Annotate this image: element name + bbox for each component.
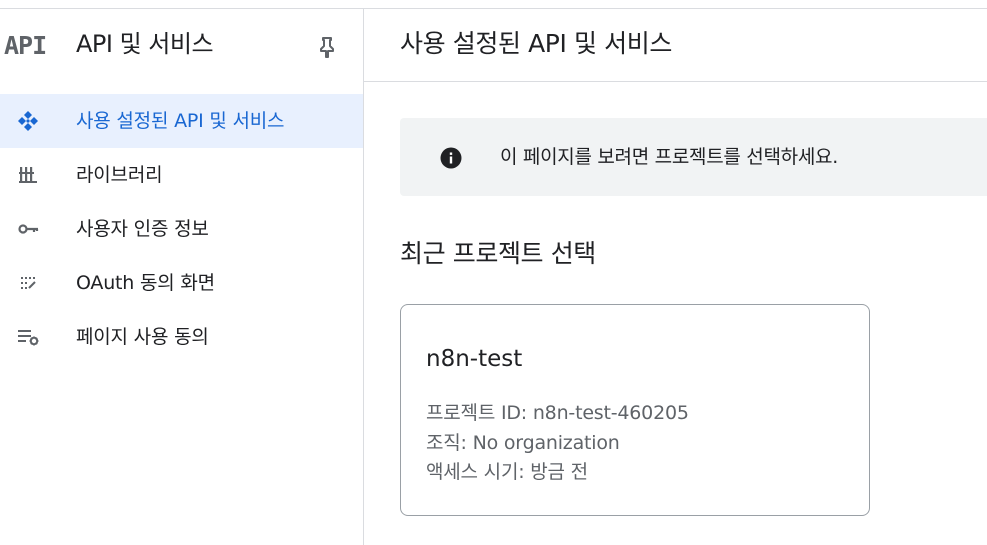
info-banner: 이 페이지를 보려면 프로젝트를 선택하세요. [400, 118, 987, 196]
project-id: 프로젝트 ID: n8n-test-460205 [426, 402, 689, 424]
sidebar-item-label: 사용자 인증 정보 [76, 218, 209, 240]
sidebar-item-oauth-consent[interactable]: OAuth 동의 화면 [0, 256, 363, 310]
project-organization: 조직: No organization [426, 432, 620, 454]
project-card[interactable]: n8n-test 프로젝트 ID: n8n-test-460205 조직: No… [400, 304, 870, 516]
library-icon [16, 163, 40, 187]
sidebar-item-credentials[interactable]: 사용자 인증 정보 [0, 202, 363, 256]
sidebar-item-label: 사용 설정된 API 및 서비스 [76, 110, 285, 132]
main-content: 사용 설정된 API 및 서비스 이 페이지를 보려면 프로젝트를 선택하세요.… [364, 9, 987, 545]
key-icon [16, 217, 40, 241]
sidebar-item-label: 페이지 사용 동의 [76, 326, 209, 348]
sidebar-header: API API 및 서비스 [0, 9, 363, 81]
api-diamond-icon [16, 109, 40, 133]
oauth-consent-icon [16, 271, 40, 295]
banner-message: 이 페이지를 보려면 프로젝트를 선택하세요. [500, 146, 838, 168]
top-divider [0, 0, 987, 9]
sidebar-item-label: OAuth 동의 화면 [76, 272, 215, 294]
project-name: n8n-test [426, 346, 523, 372]
sidebar-item-label: 라이브러리 [76, 164, 163, 186]
project-access-time: 액세스 시기: 방금 전 [426, 461, 588, 483]
sidebar-title: API 및 서비스 [76, 30, 214, 58]
pin-icon[interactable] [316, 35, 338, 59]
sidebar-item-page-usage-agreement[interactable]: 페이지 사용 동의 [0, 310, 363, 364]
page-title: 사용 설정된 API 및 서비스 [400, 29, 672, 58]
sidebar-item-enabled-apis[interactable]: 사용 설정된 API 및 서비스 [0, 94, 363, 148]
sidebar-nav: 사용 설정된 API 및 서비스 라이브러리 사용자 인증 정보 OAuth 동… [0, 94, 363, 364]
recent-projects-title: 최근 프로젝트 선택 [400, 239, 596, 268]
sidebar: API API 및 서비스 사용 설정된 API 및 서비스 라이브러리 사용자… [0, 9, 364, 545]
main-header: 사용 설정된 API 및 서비스 [364, 9, 987, 82]
sidebar-item-library[interactable]: 라이브러리 [0, 148, 363, 202]
info-icon [440, 147, 462, 169]
api-logo: API [4, 31, 47, 60]
page-usage-agreement-icon [16, 325, 40, 349]
